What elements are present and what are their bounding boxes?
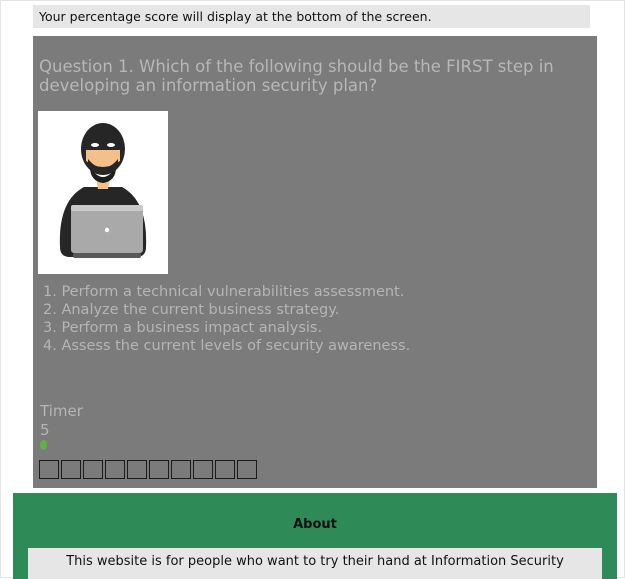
progress-box [193, 460, 213, 479]
progress-box [105, 460, 125, 479]
progress-box [215, 460, 235, 479]
hacker-with-laptop-icon [38, 111, 168, 274]
timer-label: Timer [40, 402, 83, 420]
timer-value: 5 [40, 421, 50, 439]
progress-box [237, 460, 257, 479]
question-progress-tracker [39, 460, 259, 479]
answer-option-3[interactable]: 3. Perform a business impact analysis. [39, 319, 410, 337]
answer-list: 1. Perform a technical vulnerabilities a… [39, 283, 410, 355]
progress-box [127, 460, 147, 479]
about-title: About [293, 517, 337, 532]
progress-box [61, 460, 81, 479]
progress-box [171, 460, 191, 479]
progress-box [83, 460, 103, 479]
answer-option-1[interactable]: 1. Perform a technical vulnerabilities a… [39, 283, 410, 301]
timer-indicator-icon [40, 440, 47, 450]
answer-option-2[interactable]: 2. Analyze the current business strategy… [39, 301, 410, 319]
score-notice: Your percentage score will display at th… [33, 5, 590, 28]
progress-box [149, 460, 169, 479]
question-text: Question 1. Which of the following shoul… [39, 57, 554, 95]
page-frame: Your percentage score will display at th… [0, 0, 625, 579]
answer-option-4[interactable]: 4. Assess the current levels of security… [39, 337, 410, 355]
quiz-panel: Question 1. Which of the following shoul… [33, 36, 597, 488]
about-section: About This website is for people who wan… [13, 493, 617, 579]
about-text: This website is for people who want to t… [28, 548, 602, 579]
progress-box [39, 460, 59, 479]
